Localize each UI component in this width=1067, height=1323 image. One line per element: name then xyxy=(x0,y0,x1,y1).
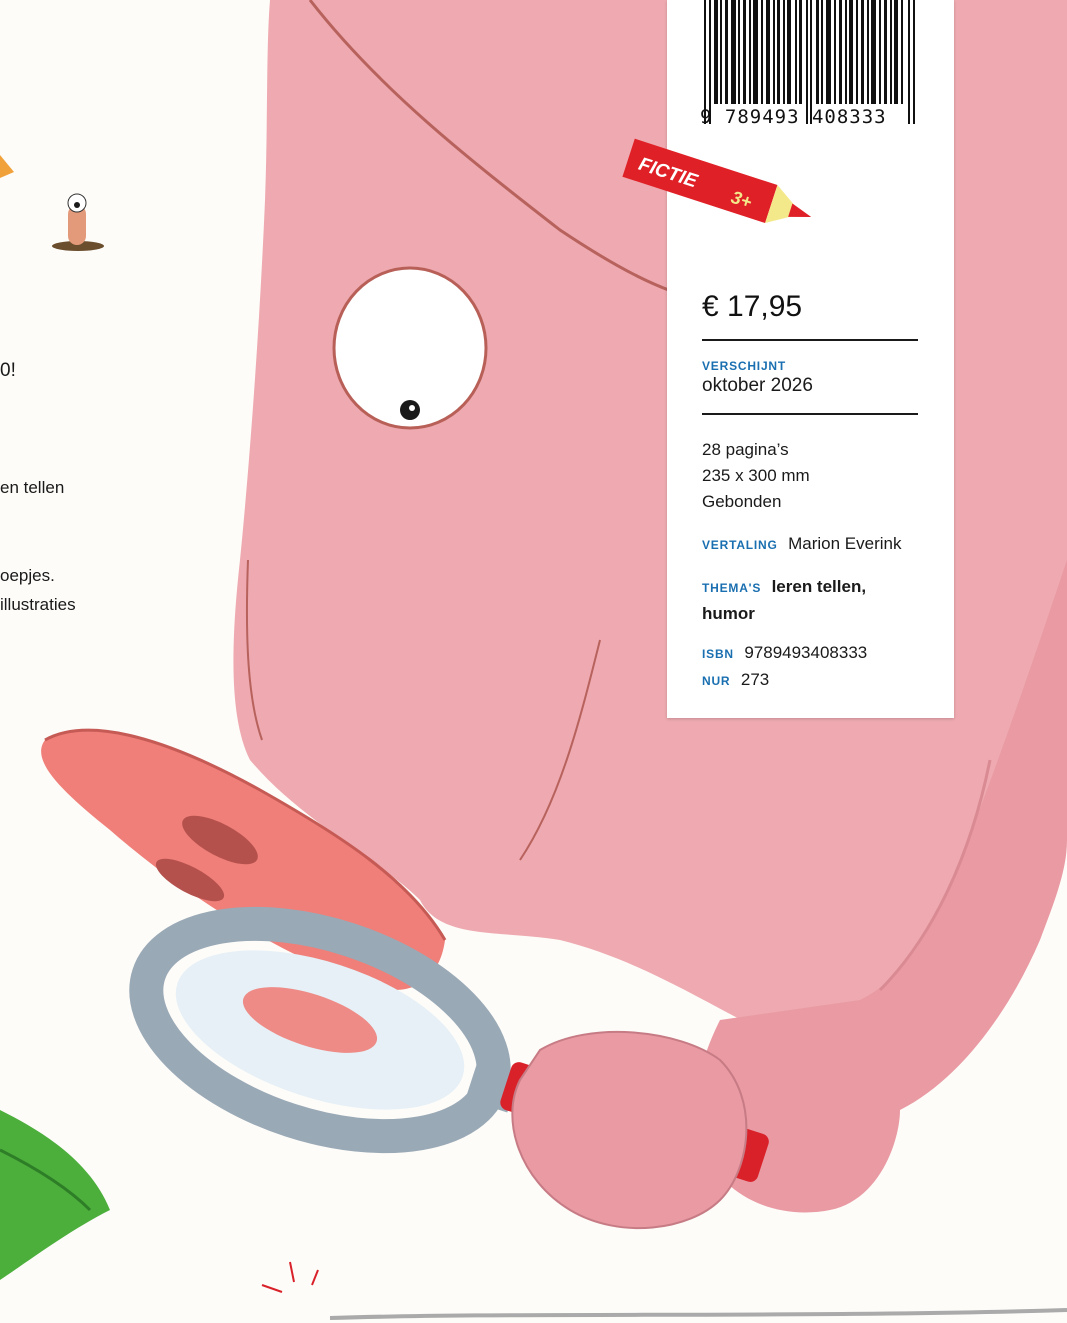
isbn-value: 9789493408333 xyxy=(744,643,868,662)
nur-label: NUR xyxy=(702,674,731,688)
translation-block: VERTALING Marion Everink xyxy=(702,531,901,558)
release-block: VERSCHIJNT oktober 2026 xyxy=(702,356,813,396)
price: € 17,95 xyxy=(702,290,803,323)
isbn-block: ISBN 9789493408333 NUR 273 xyxy=(702,640,867,694)
worm xyxy=(52,193,104,251)
snippet-1: 0! xyxy=(0,360,16,381)
snippet-2: en tellen xyxy=(0,478,65,497)
ground-line xyxy=(329,1308,1067,1320)
divider-2 xyxy=(702,413,918,415)
snippet-3: oepjes. xyxy=(0,566,55,585)
barcode-digits: 9 789493 408333 xyxy=(700,106,887,128)
themes-value-1: leren tellen, xyxy=(771,577,867,596)
divider-1 xyxy=(702,339,918,341)
release-value: oktober 2026 xyxy=(702,375,813,396)
snippet-4: illustraties xyxy=(0,595,76,614)
spec-size: 235 x 300 mm xyxy=(702,466,810,485)
pig-hand xyxy=(511,1030,748,1230)
spec-pages: 28 pagina’s xyxy=(702,440,789,459)
leaf xyxy=(0,1110,110,1280)
isbn-label: ISBN xyxy=(702,647,734,661)
themes-block: THEMA'S leren tellen, humor xyxy=(702,574,866,628)
translation-label: VERTALING xyxy=(702,538,778,552)
nur-value: 273 xyxy=(740,670,770,689)
spec-binding: Gebonden xyxy=(702,492,782,511)
specs-block: 28 pagina’s 235 x 300 mm Gebonden xyxy=(702,437,810,515)
release-label: VERSCHIJNT xyxy=(702,359,787,373)
orange-shape xyxy=(0,155,14,178)
themes-label: THEMA'S xyxy=(702,581,762,595)
translation-value: Marion Everink xyxy=(788,534,902,553)
themes-value-2: humor xyxy=(702,604,755,623)
